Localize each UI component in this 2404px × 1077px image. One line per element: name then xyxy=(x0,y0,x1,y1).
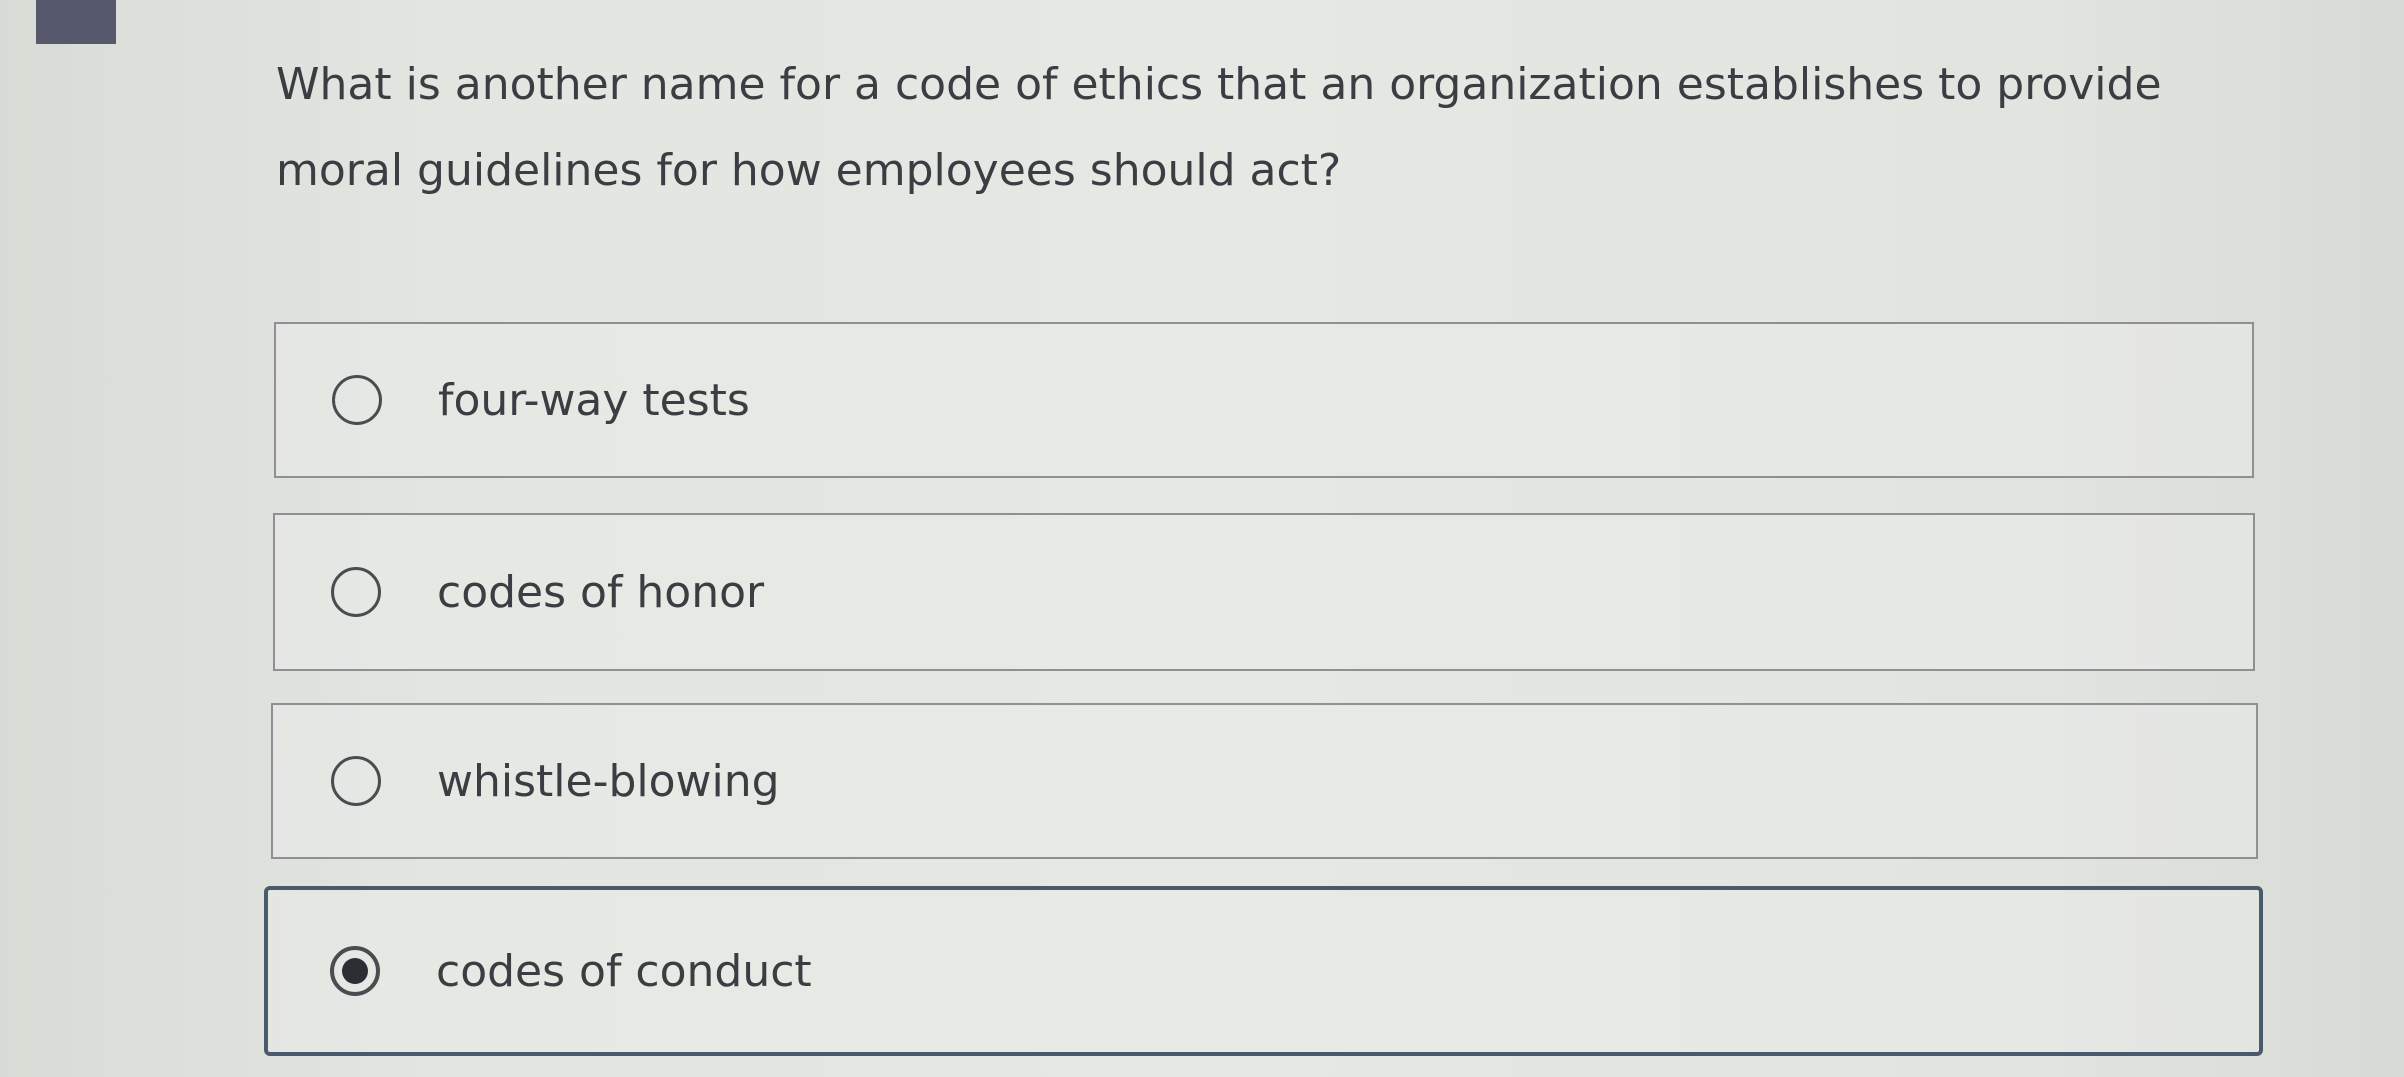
radio-button-selected[interactable] xyxy=(330,946,380,996)
answer-option-four-way-tests[interactable]: four-way tests xyxy=(274,322,2254,478)
corner-tab xyxy=(36,0,116,44)
question-text: What is another name for a code of ethic… xyxy=(276,59,2162,196)
answer-option-label: four-way tests xyxy=(438,374,750,426)
answer-option-whistle-blowing[interactable]: whistle-blowing xyxy=(271,703,2258,859)
answer-option-label: whistle-blowing xyxy=(437,755,780,807)
radio-button[interactable] xyxy=(331,756,381,806)
answer-option-label: codes of honor xyxy=(437,566,765,618)
radio-selected-dot xyxy=(342,958,368,984)
answer-option-label: codes of conduct xyxy=(436,945,812,997)
answer-option-codes-of-honor[interactable]: codes of honor xyxy=(273,513,2255,671)
radio-button[interactable] xyxy=(331,567,381,617)
answer-option-codes-of-conduct[interactable]: codes of conduct xyxy=(264,886,2263,1056)
radio-button[interactable] xyxy=(332,375,382,425)
